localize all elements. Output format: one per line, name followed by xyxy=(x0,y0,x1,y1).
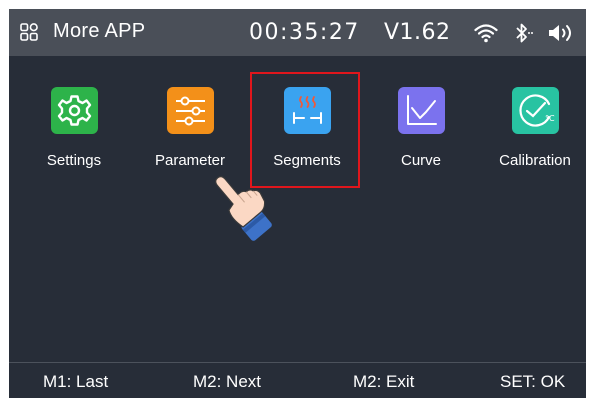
calibration-tile[interactable]: °C xyxy=(511,87,559,134)
line-chart-icon xyxy=(406,95,437,125)
status-bar: More APP 00:35:27 V1.62 xyxy=(9,9,586,56)
device-screen: More APP 00:35:27 V1.62 Settings Paramet… xyxy=(9,9,586,398)
softkey-m1-last[interactable]: M1: Last xyxy=(43,372,108,392)
app-curve[interactable]: Curve xyxy=(371,87,471,169)
bluetooth-icon xyxy=(516,23,533,43)
svg-text:°C: °C xyxy=(545,114,555,123)
curve-tile[interactable] xyxy=(397,87,445,134)
gear-icon xyxy=(57,95,91,126)
sliders-icon xyxy=(175,96,205,126)
screen-title: More APP xyxy=(53,20,146,42)
clock-time: 00:35:27 xyxy=(249,20,360,45)
pointing-hand-icon xyxy=(215,175,272,241)
softkey-bar: M1: Last M2: Next M2: Exit SET: OK xyxy=(9,362,586,398)
settings-tile[interactable] xyxy=(50,87,98,134)
volume-icon xyxy=(549,25,571,41)
parameter-tile[interactable] xyxy=(166,87,214,134)
wifi-icon xyxy=(474,24,498,43)
app-grid-icon xyxy=(20,23,38,41)
app-settings[interactable]: Settings xyxy=(24,87,124,169)
softkey-set-ok[interactable]: SET: OK xyxy=(500,372,565,392)
app-calibration[interactable]: °C Calibration xyxy=(485,87,585,169)
firmware-version: V1.62 xyxy=(384,20,451,45)
softkey-m2-exit[interactable]: M2: Exit xyxy=(353,372,414,392)
app-label: Curve xyxy=(400,152,441,169)
gauge-celsius-icon: °C xyxy=(518,94,555,127)
app-label: Calibration xyxy=(499,152,571,169)
app-label: Settings xyxy=(46,152,102,169)
app-parameter[interactable]: Parameter xyxy=(140,87,240,169)
softkey-m2-next[interactable]: M2: Next xyxy=(193,372,261,392)
